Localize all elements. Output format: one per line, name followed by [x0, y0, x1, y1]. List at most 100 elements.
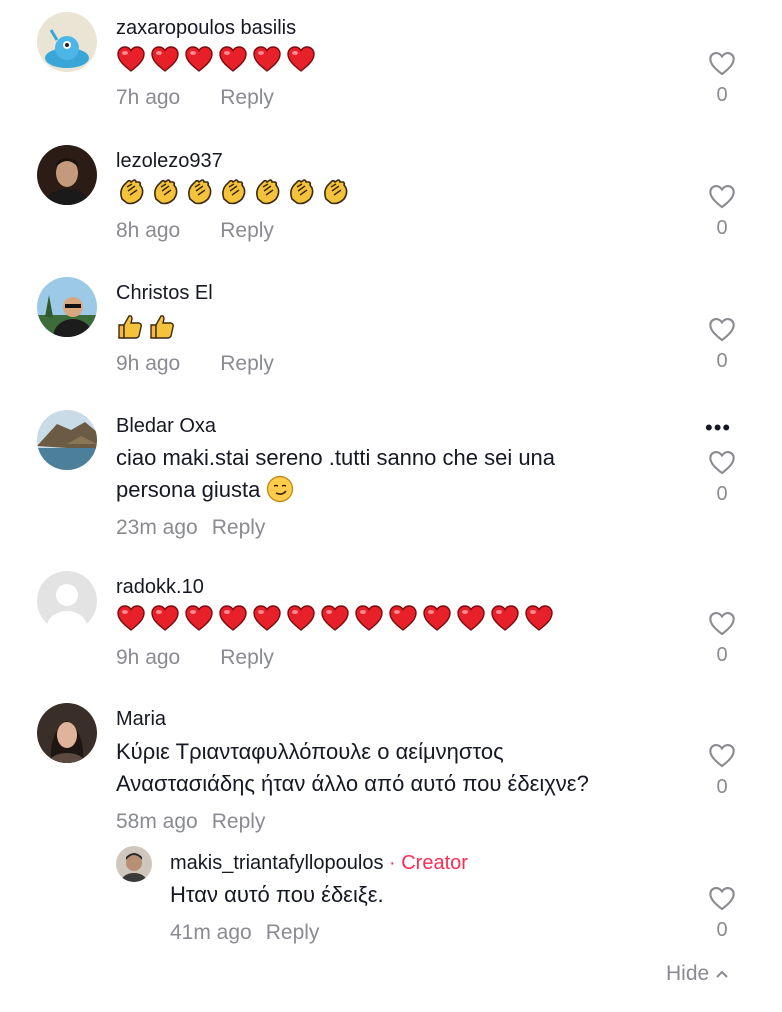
thumbs-up-emoji-icon — [150, 315, 174, 339]
red-heart-emoji-icon — [185, 605, 213, 631]
reply-meta: 41m ago Reply — [170, 921, 319, 945]
like-count: 0 — [716, 350, 728, 372]
comment-time: 23m ago — [116, 516, 198, 539]
red-heart-emoji-icon — [253, 605, 281, 631]
reply-button[interactable]: Reply — [212, 516, 266, 539]
comment-meta: 9h ago Reply — [116, 646, 274, 670]
avatar[interactable] — [37, 703, 97, 763]
reply-button[interactable]: Reply — [220, 646, 274, 669]
clapping-hands-emoji-icon — [154, 179, 178, 205]
comment-username[interactable]: Maria — [116, 708, 166, 731]
comment-username[interactable]: Christos El — [116, 282, 213, 305]
more-options-button[interactable]: ••• — [705, 415, 731, 441]
red-heart-emoji-icon — [321, 605, 349, 631]
comment-emoji-row — [116, 312, 176, 340]
like-button[interactable]: 0 — [704, 183, 740, 240]
comment-emoji-row — [116, 45, 316, 73]
avatar[interactable] — [116, 846, 152, 882]
comment-meta: 8h ago Reply — [116, 219, 274, 243]
heart-outline-icon[interactable] — [708, 885, 736, 911]
comment-time: 9h ago — [116, 352, 181, 375]
creator-separator: · — [383, 852, 402, 874]
like-button[interactable]: 0 — [704, 316, 740, 373]
comment-text: ciao maki.stai sereno .tutti sanno che s… — [116, 442, 676, 506]
avatar[interactable] — [37, 277, 97, 337]
like-count: 0 — [716, 644, 728, 666]
comment-emoji-row — [116, 177, 350, 207]
like-count: 0 — [716, 919, 728, 941]
reply-time: 41m ago — [170, 921, 252, 944]
smirk-emoji-icon — [267, 475, 294, 503]
hide-label: Hide — [666, 962, 710, 985]
comment-meta: 23m ago Reply — [116, 516, 265, 540]
red-heart-emoji-icon — [185, 46, 213, 72]
like-count: 0 — [716, 776, 728, 798]
like-count: 0 — [716, 483, 728, 505]
comment-time: 9h ago — [116, 646, 181, 669]
clapping-hands-emoji-icon — [290, 179, 314, 205]
like-button[interactable]: 0 — [704, 50, 740, 107]
avatar[interactable] — [37, 12, 97, 72]
hide-replies-button[interactable]: Hide — [666, 962, 729, 986]
reply-username-line: makis_triantafyllopoulos · Creator — [170, 852, 468, 875]
red-heart-emoji-icon — [219, 46, 247, 72]
comment-time: 58m ago — [116, 810, 198, 833]
red-heart-emoji-icon — [219, 605, 247, 631]
comment-text: Κύριε Τριανταφυλλόπουλε ο αείμνηστος Ανα… — [116, 739, 589, 796]
comment-time: 8h ago — [116, 219, 181, 242]
chevron-up-icon — [716, 971, 728, 979]
avatar[interactable] — [37, 145, 97, 205]
heart-outline-icon[interactable] — [708, 610, 736, 636]
like-count: 0 — [716, 217, 728, 239]
comment-username[interactable]: lezolezo937 — [116, 150, 223, 173]
comment-username[interactable]: radokk.10 — [116, 576, 204, 599]
red-heart-emoji-icon — [117, 46, 145, 72]
comment-meta: 7h ago Reply — [116, 86, 274, 110]
red-heart-emoji-icon — [253, 46, 281, 72]
comment-text-content: ciao maki.stai sereno .tutti sanno che s… — [116, 445, 556, 502]
red-heart-emoji-icon — [287, 605, 315, 631]
red-heart-emoji-icon — [117, 605, 145, 631]
clapping-hands-emoji-icon — [256, 179, 280, 205]
reply-button[interactable]: Reply — [220, 86, 274, 109]
reply-button[interactable]: Reply — [220, 219, 274, 242]
red-heart-emoji-icon — [355, 605, 383, 631]
clapping-hands-emoji-icon — [324, 179, 348, 205]
red-heart-emoji-icon — [457, 605, 485, 631]
comment-time: 7h ago — [116, 86, 181, 109]
comment-username[interactable]: Bledar Oxa — [116, 415, 216, 438]
red-heart-emoji-icon — [151, 605, 179, 631]
like-button[interactable]: 0 — [704, 885, 740, 942]
like-count: 0 — [716, 84, 728, 106]
heart-outline-icon[interactable] — [708, 50, 736, 76]
thumbs-up-emoji-icon — [118, 315, 142, 339]
comment-meta: 58m ago Reply — [116, 810, 265, 834]
reply-button[interactable]: Reply — [220, 352, 274, 375]
clapping-hands-emoji-icon — [120, 179, 144, 205]
red-heart-emoji-icon — [491, 605, 519, 631]
comment-emoji-row — [116, 604, 554, 632]
red-heart-emoji-icon — [151, 46, 179, 72]
heart-outline-icon[interactable] — [708, 742, 736, 768]
comment-username[interactable]: zaxaropoulos basilis — [116, 17, 296, 40]
reply-button[interactable]: Reply — [212, 810, 266, 833]
clapping-hands-emoji-icon — [222, 179, 246, 205]
heart-outline-icon[interactable] — [708, 183, 736, 209]
red-heart-emoji-icon — [389, 605, 417, 631]
heart-outline-icon[interactable] — [708, 316, 736, 342]
avatar[interactable] — [37, 410, 97, 470]
like-button[interactable]: 0 — [704, 610, 740, 667]
creator-badge: Creator — [401, 852, 468, 874]
clapping-hands-emoji-icon — [188, 179, 212, 205]
reply-username[interactable]: makis_triantafyllopoulos — [170, 852, 383, 874]
red-heart-emoji-icon — [287, 46, 315, 72]
red-heart-emoji-icon — [525, 605, 553, 631]
heart-outline-icon[interactable] — [708, 449, 736, 475]
red-heart-emoji-icon — [423, 605, 451, 631]
reply-button[interactable]: Reply — [266, 921, 320, 944]
like-button[interactable]: 0 — [704, 449, 740, 506]
like-button[interactable]: 0 — [704, 742, 740, 799]
comment-meta: 9h ago Reply — [116, 352, 274, 376]
reply-text: Ηταν αυτό που έδειξε. — [170, 882, 384, 907]
avatar[interactable] — [37, 571, 97, 631]
